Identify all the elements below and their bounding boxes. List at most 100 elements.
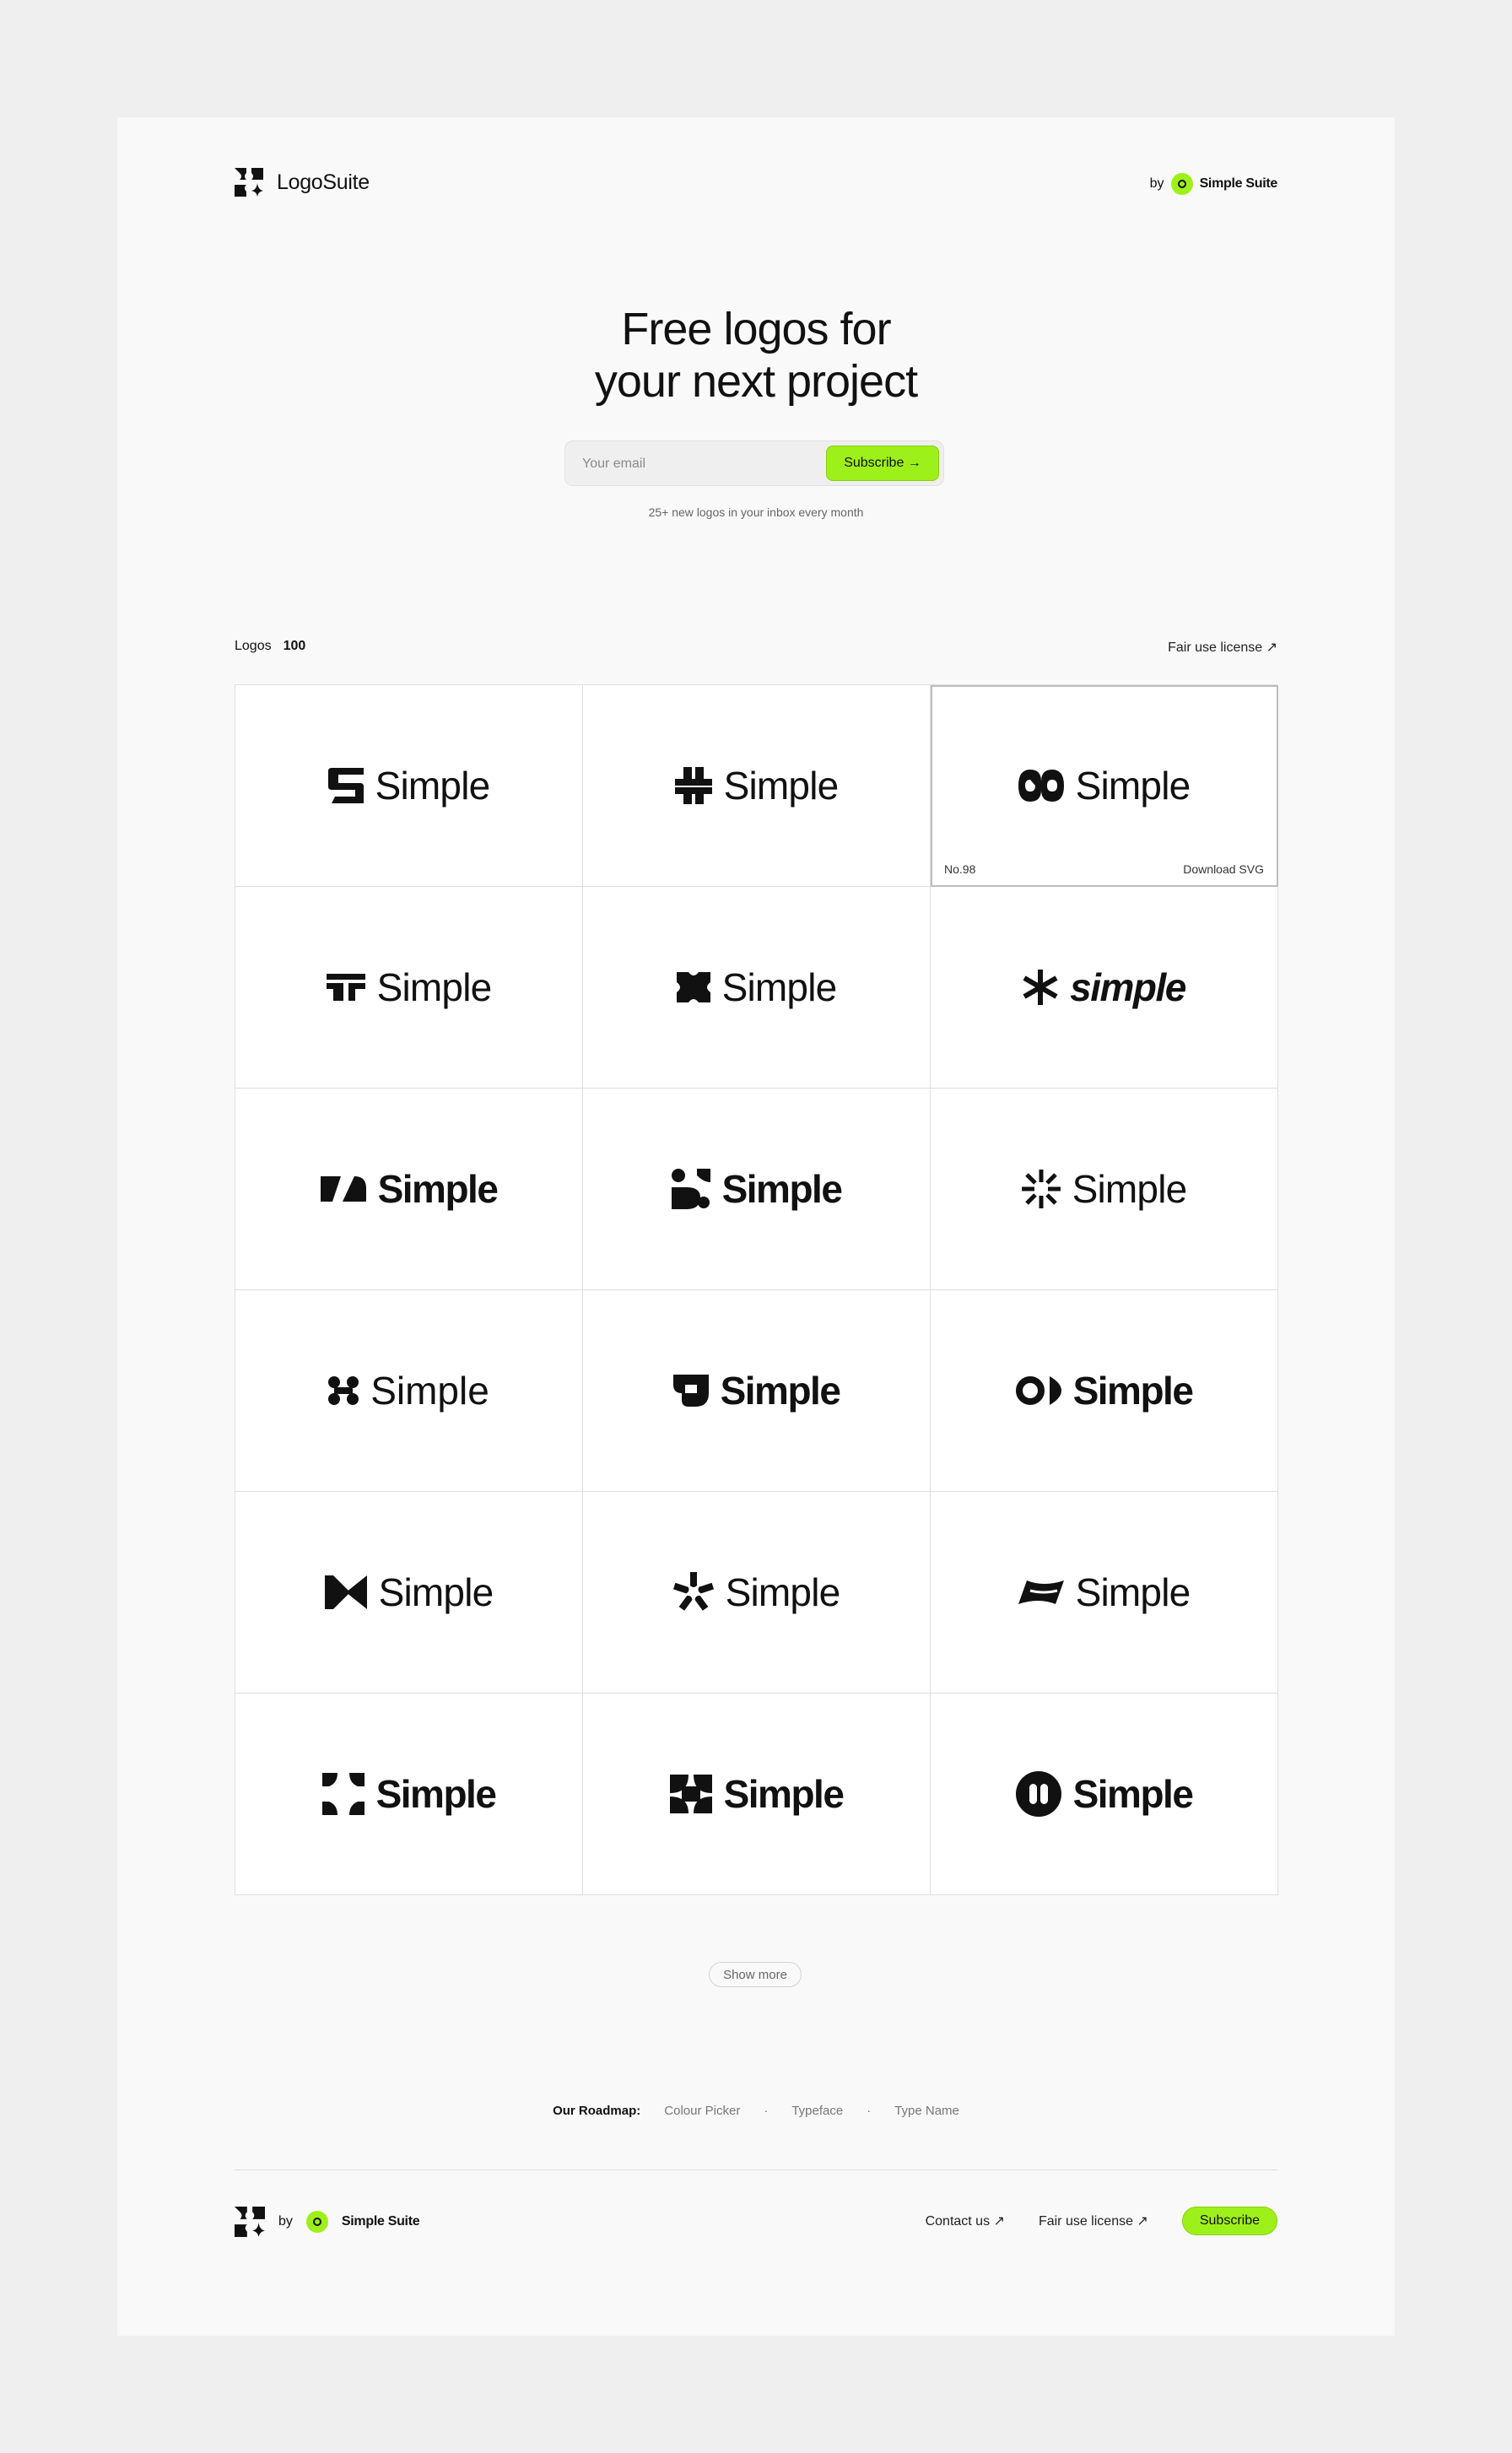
t-steps-icon [326, 974, 365, 1001]
logo-grid: Simple Simple Simple No.98 Download SVG … [235, 684, 1278, 1895]
logo: Simple [326, 964, 493, 1010]
s-square-icon [327, 768, 364, 803]
footer: by Simple Suite Contact us ↗ Fair use li… [235, 2203, 1277, 2240]
logo-card[interactable]: Simple [583, 887, 931, 1089]
logo-card[interactable]: Simple [235, 1492, 583, 1694]
top-bar: LogoSuite by Simple Suite [235, 161, 1277, 203]
logo: Simple [321, 1771, 497, 1817]
logo-count: Logos 100 [235, 639, 305, 654]
logo: Simple [669, 1771, 845, 1817]
logo-card[interactable]: Simple [583, 1290, 931, 1492]
corners-square-icon [321, 1773, 364, 1815]
logo-wordmark: Simple [1072, 1167, 1188, 1211]
logo-wordmark: simple [1070, 965, 1186, 1009]
burst-lines-icon [1021, 1170, 1061, 1208]
logo-wordmark: Simple [721, 965, 838, 1009]
brand-name: LogoSuite [277, 170, 370, 194]
logo-card[interactable]: Simple [583, 685, 931, 887]
ring-quote-icon [1015, 1376, 1061, 1405]
show-more-button[interactable]: Show more [709, 1962, 802, 1987]
logo-wordmark: Simple [721, 1167, 843, 1211]
logo-card-selected[interactable]: Simple No.98 Download SVG [931, 685, 1278, 887]
roadmap: Our Roadmap: Colour Picker · Typeface · … [117, 2104, 1395, 2118]
logo: Simple [1018, 1570, 1191, 1615]
roadmap-label: Our Roadmap: [553, 2104, 641, 2118]
logo-card[interactable]: Simple [235, 1089, 583, 1290]
subscribe-button[interactable]: Subscribe → [826, 446, 939, 481]
logo-wordmark: Simple [375, 1772, 497, 1816]
bowtie-n-icon [324, 1575, 367, 1609]
hero-title-line-2: your next project [594, 356, 918, 407]
logo-card[interactable]: Simple [583, 1694, 931, 1895]
logo: Simple [672, 1570, 841, 1615]
email-input[interactable] [565, 441, 837, 487]
logo: Simple [1015, 1771, 1194, 1817]
logo-card[interactable]: Simple [235, 1290, 583, 1492]
brand[interactable]: LogoSuite [235, 168, 370, 197]
logo: Simple [324, 1570, 494, 1615]
partner-name: Simple Suite [1199, 176, 1278, 191]
logo: Simple [1015, 1368, 1194, 1413]
wave-flag-icon [1018, 1580, 1064, 1604]
logo-card[interactable]: Simple [235, 1694, 583, 1895]
logo: Simple [1021, 1166, 1188, 1212]
logo: simple [1023, 964, 1186, 1010]
footer-divider [235, 2169, 1277, 2170]
pinwheel-icon [672, 1572, 714, 1611]
dots-shapes-icon [671, 1169, 710, 1209]
logo-wordmark: Simple [1072, 1369, 1194, 1413]
logo-wordmark: Simple [720, 1369, 841, 1413]
logo-wordmark: Simple [725, 1570, 841, 1614]
by-label: by [1149, 176, 1164, 191]
asterisk-icon [1023, 970, 1058, 1005]
separator-dot: · [867, 2104, 872, 2118]
hero-title-line-1: Free logos for [621, 304, 891, 354]
logo: Simple [327, 763, 491, 808]
logo-wordmark: Simple [375, 764, 491, 808]
logo-count-label: Logos [235, 639, 272, 653]
logo-wordmark: Simple [1075, 764, 1191, 808]
logo-wordmark: Simple [1072, 1772, 1194, 1816]
signup-form: Subscribe → [564, 440, 944, 487]
logo: Simple [671, 1166, 843, 1212]
signup-note: 25+ new logos in your inbox every month [648, 505, 864, 519]
logo: Simple [1018, 763, 1191, 808]
footer-brand[interactable]: by Simple Suite [235, 2207, 420, 2237]
logo-card[interactable]: Simple [931, 1492, 1278, 1694]
logo-card[interactable]: Simple [931, 1694, 1278, 1895]
footer-links: Contact us ↗ Fair use license ↗ Subscrib… [926, 2207, 1277, 2235]
logo-card[interactable]: Simple [235, 887, 583, 1089]
slant-blocks-icon [320, 1176, 366, 1202]
logo-wordmark: Simple [376, 965, 493, 1009]
roadmap-item: Colour Picker [664, 2104, 741, 2118]
partner-byline[interactable]: by Simple Suite [1150, 173, 1277, 195]
logo: Simple [674, 763, 839, 808]
footer-by-label: by [278, 2214, 293, 2229]
roadmap-item: Typeface [791, 2104, 844, 2118]
logo-card[interactable]: simple [931, 887, 1278, 1089]
logo-card[interactable]: Simple [931, 1089, 1278, 1290]
download-svg-link[interactable]: Download SVG [1183, 862, 1264, 876]
logo: Simple [672, 1368, 841, 1413]
logo-number: No.98 [944, 862, 976, 876]
contact-link[interactable]: Contact us ↗ [926, 2213, 1005, 2229]
logo: Simple [328, 1368, 489, 1413]
license-link[interactable]: Fair use license ↗ [1168, 639, 1277, 656]
infinity-loop-icon [1018, 770, 1064, 802]
footer-license-link[interactable]: Fair use license ↗ [1039, 2213, 1148, 2229]
footer-subscribe-button[interactable]: Subscribe [1181, 2207, 1277, 2235]
hero-title: Free logos for your next project [117, 303, 1395, 408]
pause-circle-icon [1015, 1771, 1061, 1817]
four-dots-icon [328, 1376, 359, 1405]
logo: Simple [320, 1166, 499, 1212]
footer-partner-name: Simple Suite [341, 2214, 420, 2229]
logo-card[interactable]: Simple [583, 1492, 931, 1694]
logo: Simple [676, 964, 838, 1010]
logosuite-logo-icon [235, 2207, 265, 2237]
logo-card[interactable]: Simple [931, 1290, 1278, 1492]
logo-card[interactable]: Simple [583, 1089, 931, 1290]
logo-wordmark: Simple [378, 1570, 494, 1614]
logo-card[interactable]: Simple [235, 685, 583, 887]
petals-square-icon [669, 1775, 712, 1813]
hash-cross-icon [674, 767, 712, 804]
